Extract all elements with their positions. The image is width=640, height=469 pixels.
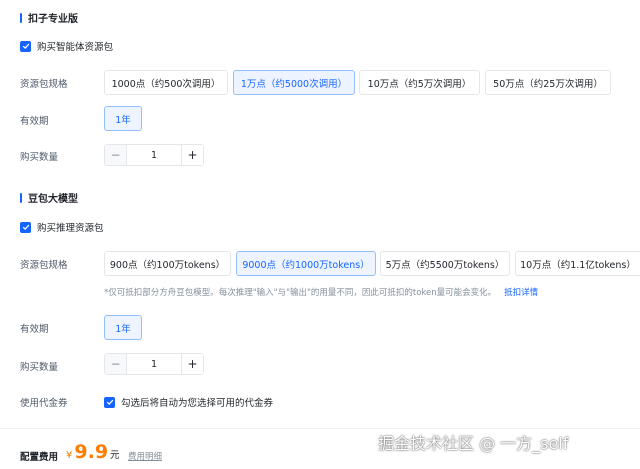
spec-option-900[interactable]: 900点（约100万tokens）	[104, 251, 231, 276]
voucher-checkbox-label: 勾选后将自动为您选择可用的代金券	[121, 398, 274, 409]
spec-option-100k-tokens[interactable]: 10万点（约1.1亿tokens）	[515, 251, 640, 276]
qty-label-2: 购买数量	[20, 362, 59, 373]
fee-details-link[interactable]: 费用明细	[128, 450, 162, 462]
fee-label: 配置费用	[20, 452, 59, 463]
section-accent-bar	[20, 12, 22, 23]
inference-pack-checkbox-row[interactable]: 购买推理资源包	[20, 220, 104, 234]
minus-icon[interactable]: −	[105, 145, 127, 165]
section-title-doubao: 豆包大模型	[20, 190, 78, 205]
check-icon[interactable]	[20, 221, 31, 233]
deduction-note-text: *仅可抵扣部分方舟豆包模型。每次推理"输入"与"输出"的用量不同，因此可抵扣的t…	[104, 288, 497, 298]
section-accent-bar	[20, 192, 22, 203]
validity-option-1y-2[interactable]: 1年	[104, 315, 142, 340]
spec-option-9000[interactable]: 9000点（约1000万tokens）	[236, 251, 376, 276]
spec-label-2: 资源包规格	[20, 260, 68, 271]
fee-amount: ¥ 9.9 元	[66, 441, 120, 463]
voucher-checkbox-row[interactable]: 勾选后将自动为您选择可用的代金券	[104, 395, 273, 409]
quantity-value-1[interactable]: 1	[127, 145, 181, 165]
qty-label-1: 购买数量	[20, 152, 59, 163]
watermark: 掘金技术社区 @ 一方_self	[378, 434, 569, 453]
quantity-stepper-1[interactable]: − 1 +	[104, 144, 204, 166]
agent-pack-checkbox-label: 购买智能体资源包	[37, 42, 114, 53]
footer-divider	[0, 428, 640, 429]
spec-option-10k[interactable]: 1万点（约5000次调用）	[233, 70, 355, 95]
inference-pack-checkbox-label: 购买推理资源包	[37, 223, 104, 234]
section-title-kouzi: 扣子专业版	[20, 10, 78, 25]
minus-icon[interactable]: −	[105, 354, 127, 374]
plus-icon[interactable]: +	[181, 354, 203, 374]
spec-option-500k[interactable]: 50万点（约25万次调用）	[485, 70, 611, 95]
fee-currency: ¥	[66, 450, 73, 461]
agent-pack-checkbox-row[interactable]: 购买智能体资源包	[20, 39, 113, 53]
validity-label-2: 有效期	[20, 324, 49, 335]
quantity-value-2[interactable]: 1	[127, 354, 181, 374]
spec-option-1000[interactable]: 1000点（约500次调用）	[104, 70, 228, 95]
quantity-stepper-2[interactable]: − 1 +	[104, 353, 204, 375]
check-icon[interactable]	[20, 40, 31, 52]
spec-label-1: 资源包规格	[20, 79, 68, 90]
validity-label-1: 有效期	[20, 116, 49, 127]
spec-option-50k[interactable]: 5万点（约5500万tokens）	[380, 251, 510, 276]
fee-value: 9.9	[74, 441, 109, 463]
fee-unit: 元	[110, 450, 120, 461]
section-title-text: 豆包大模型	[28, 194, 78, 205]
voucher-label: 使用代金券	[20, 398, 68, 409]
plus-icon[interactable]: +	[181, 145, 203, 165]
section-title-text: 扣子专业版	[28, 14, 78, 25]
deduction-details-link[interactable]: 抵扣详情	[504, 288, 538, 298]
spec-option-100k[interactable]: 10万点（约5万次调用）	[359, 70, 480, 95]
check-icon[interactable]	[104, 396, 115, 408]
validity-option-1y[interactable]: 1年	[104, 106, 142, 131]
deduction-note: *仅可抵扣部分方舟豆包模型。每次推理"输入"与"输出"的用量不同，因此可抵扣的t…	[104, 286, 538, 298]
